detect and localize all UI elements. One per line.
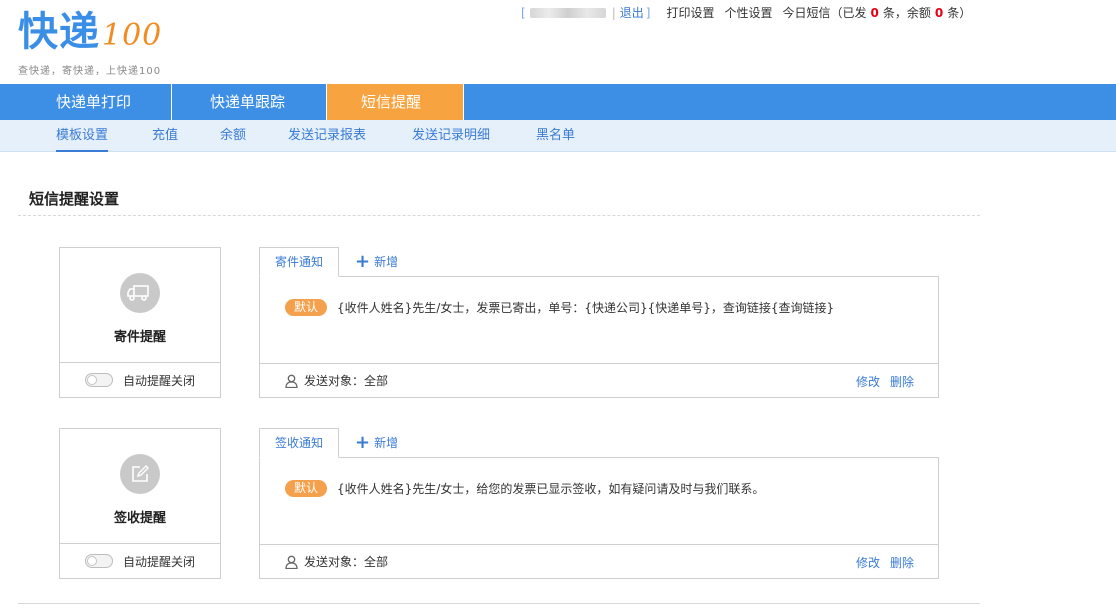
- logo-text: 快递100: [18, 9, 163, 55]
- subnav-template-settings[interactable]: 模板设置: [56, 120, 109, 152]
- template-actions: 修改 删除: [846, 545, 914, 579]
- auto-remind-toggle[interactable]: [85, 554, 113, 568]
- bottom-divider: [18, 603, 980, 604]
- user-close-bracket: ]: [645, 5, 651, 20]
- header: 快递100 查快递，寄快递，上快递100 [ | 退出 ] 打印设置 个性设置 …: [0, 0, 1116, 84]
- reminder-title: 寄件提醒: [113, 330, 166, 345]
- template-tabs: 签收通知 + 新增: [259, 428, 398, 458]
- edit-button[interactable]: 修改: [856, 554, 880, 571]
- reminder-footer: 自动提醒关闭: [60, 543, 220, 578]
- page-title: 短信提醒设置: [29, 190, 120, 208]
- subnav-recharge[interactable]: 充值: [152, 120, 178, 152]
- personal-settings-link[interactable]: 个性设置: [724, 4, 772, 21]
- subnav-send-detail[interactable]: 发送记录明细: [412, 120, 490, 152]
- reminder-card-sign: 签收提醒 自动提醒关闭: [59, 428, 221, 579]
- subnav-send-report[interactable]: 发送记录报表: [288, 120, 366, 152]
- tab-sign-notice[interactable]: 签收通知: [259, 428, 340, 458]
- user-open-bracket: [: [521, 5, 526, 20]
- truck-icon: [120, 273, 160, 313]
- nav-express-print[interactable]: 快递单打印: [0, 84, 172, 120]
- logo[interactable]: 快递100 查快递，寄快递，上快递100: [18, 8, 162, 77]
- auto-remind-label: 自动提醒关闭: [123, 554, 196, 569]
- section-divider: [18, 215, 980, 216]
- plus-icon: +: [355, 432, 371, 453]
- template-tabs: 寄件通知 + 新增: [259, 247, 398, 277]
- user-separator: |: [611, 5, 616, 20]
- delete-button[interactable]: 删除: [890, 554, 914, 571]
- delete-button[interactable]: 删除: [890, 373, 914, 390]
- sms-today-prefix: 今日短信（已发: [782, 6, 867, 20]
- send-target: 发送对象：全部: [304, 374, 389, 388]
- print-settings-link[interactable]: 打印设置: [666, 4, 714, 21]
- add-template-button[interactable]: + 新增: [339, 428, 398, 458]
- nav-express-tracking[interactable]: 快递单跟踪: [172, 84, 327, 120]
- template-footer: 发送对象：全部 修改 删除: [260, 544, 938, 578]
- reminder-title: 签收提醒: [113, 511, 166, 526]
- template-content: 默认 {收件人姓名}先生/女士，给您的发票已显示签收，如有疑问请及时与我们联系。: [285, 480, 764, 497]
- logout-link[interactable]: 退出: [620, 4, 644, 21]
- template-text: {收件人姓名}先生/女士，给您的发票已显示签收，如有疑问请及时与我们联系。: [337, 482, 765, 496]
- top-bar: [ | 退出 ] 打印设置 个性设置 今日短信（已发 0 条，余额 0 条）: [521, 4, 971, 21]
- nav-sms-reminder[interactable]: 短信提醒: [327, 84, 464, 120]
- add-template-label: 新增: [374, 255, 399, 269]
- subnav-blacklist[interactable]: 黑名单: [536, 120, 575, 152]
- sms-sent-count: 0: [870, 5, 879, 20]
- reminder-footer: 自动提醒关闭: [60, 362, 220, 397]
- template-footer: 发送对象：全部 修改 删除: [260, 363, 938, 397]
- add-template-button[interactable]: + 新增: [339, 247, 398, 277]
- default-badge: 默认: [285, 480, 328, 497]
- template-body: 默认 {收件人姓名}先生/女士，发票已寄出，单号：{快递公司}{快递单号}，查询…: [259, 276, 939, 398]
- tab-send-notice[interactable]: 寄件通知: [259, 247, 340, 277]
- sub-nav: 模板设置 充值 余额 发送记录报表 发送记录明细 黑名单: [0, 120, 1116, 152]
- auto-remind-toggle[interactable]: [85, 373, 113, 387]
- user-account-name[interactable]: [529, 7, 606, 18]
- sms-balance-label: 条，余额: [882, 6, 931, 20]
- sms-suffix: 条）: [947, 6, 972, 20]
- template-actions: 修改 删除: [846, 364, 914, 398]
- user-icon: [285, 374, 298, 388]
- template-text: {收件人姓名}先生/女士，发票已寄出，单号：{快递公司}{快递单号}，查询链接{…: [337, 301, 835, 315]
- auto-remind-label: 自动提醒关闭: [123, 373, 196, 388]
- reminder-card-send: 寄件提醒 自动提醒关闭: [59, 247, 221, 398]
- template-panel-send: 寄件通知 + 新增 默认 {收件人姓名}先生/女士，发票已寄出，单号：{快递公司…: [259, 247, 939, 398]
- edit-button[interactable]: 修改: [856, 373, 880, 390]
- default-badge: 默认: [285, 299, 328, 316]
- main-nav: 快递单打印 快递单跟踪 短信提醒: [0, 84, 1116, 120]
- send-target: 发送对象：全部: [304, 555, 389, 569]
- logo-suffix: 100: [102, 18, 163, 53]
- subnav-balance[interactable]: 余额: [220, 120, 246, 152]
- template-content: 默认 {收件人姓名}先生/女士，发票已寄出，单号：{快递公司}{快递单号}，查询…: [285, 299, 834, 316]
- template-body: 默认 {收件人姓名}先生/女士，给您的发票已显示签收，如有疑问请及时与我们联系。…: [259, 457, 939, 579]
- add-template-label: 新增: [374, 436, 399, 450]
- sms-balance-count: 0: [934, 5, 944, 20]
- logo-slogan: 查快递，寄快递，上快递100: [18, 66, 162, 77]
- edit-icon: [120, 454, 160, 494]
- plus-icon: +: [355, 251, 371, 272]
- template-panel-sign: 签收通知 + 新增 默认 {收件人姓名}先生/女士，给您的发票已显示签收，如有疑…: [259, 428, 939, 579]
- user-icon: [285, 555, 298, 569]
